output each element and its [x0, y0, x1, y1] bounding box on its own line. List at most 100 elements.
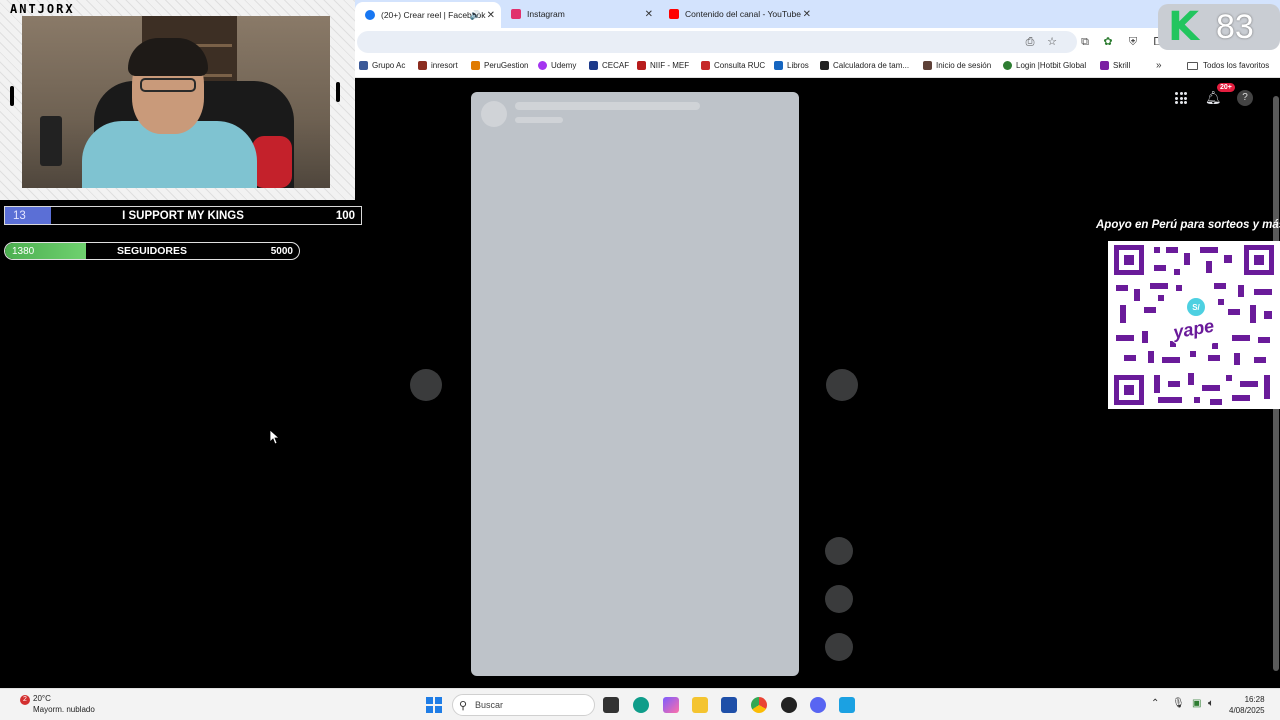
- qr-code-icon: S/ yape: [1114, 245, 1274, 405]
- bookmark-item[interactable]: Libros: [774, 61, 809, 70]
- comment-button[interactable]: [825, 585, 853, 613]
- extension-icon[interactable]: ✿: [1101, 35, 1115, 49]
- yape-qr-code: S/ yape: [1108, 241, 1280, 409]
- goal-bar-kings: 13 I SUPPORT MY KINGS 100: [4, 206, 362, 225]
- address-bar[interactable]: [357, 31, 1077, 53]
- app-tray-icon[interactable]: ▣: [1192, 698, 1201, 709]
- reel-preview-placeholder: [471, 92, 799, 676]
- bookmark-item[interactable]: Login |Hotbit Global: [1003, 61, 1086, 70]
- bookmarks-more-button[interactable]: »: [1156, 60, 1162, 71]
- screen: (20+) Crear reel | Facebook 🔊 ✕ Instagra…: [0, 0, 1280, 720]
- close-icon[interactable]: ✕: [487, 10, 495, 21]
- bell-icon[interactable]: 🔔︎: [1205, 91, 1222, 105]
- speaker-icon[interactable]: 🔊: [470, 10, 481, 21]
- weather-temperature: 20°C: [33, 694, 51, 703]
- youtube-icon: [669, 9, 679, 19]
- skeleton-line: [515, 117, 563, 123]
- tab-instagram[interactable]: Instagram ✕: [501, 3, 659, 25]
- tab-facebook[interactable]: (20+) Crear reel | Facebook 🔊 ✕: [355, 2, 501, 28]
- svg-text:S/: S/: [1192, 303, 1200, 312]
- close-icon[interactable]: ✕: [803, 9, 811, 20]
- browser-toolbar: ⎙ ☆ ⧉ ✿ ⛨ ⧠: [355, 28, 1280, 56]
- windows-start-icon[interactable]: [426, 697, 442, 713]
- chair-accent: [252, 136, 292, 188]
- channel-name: ANTJORX: [10, 2, 75, 16]
- bookmark-icon: [637, 61, 646, 70]
- bookmark-item[interactable]: Udemy: [538, 61, 576, 70]
- score-overlay: K 83: [1158, 4, 1280, 50]
- windows-taskbar: 2 20°C Mayorm. nublado ⚲ Buscar ⌃ 🎙︎ ▣ 🔈…: [0, 688, 1280, 720]
- microphone-icon[interactable]: 🎙︎: [1172, 698, 1185, 709]
- menu-grid-icon[interactable]: [1175, 92, 1187, 104]
- goal-label: I SUPPORT MY KINGS: [122, 209, 244, 222]
- bookmark-icon: [589, 61, 598, 70]
- bookmark-item[interactable]: Inicio de sesión: [923, 61, 991, 70]
- previous-button[interactable]: [410, 369, 442, 401]
- star-icon[interactable]: ☆: [1045, 35, 1059, 49]
- bookmark-icon: [1003, 61, 1012, 70]
- bookmark-item[interactable]: Grupo Ac: [359, 61, 405, 70]
- instagram-icon: [511, 9, 521, 19]
- tab-title: Contenido del canal - YouTube: [685, 9, 801, 19]
- all-bookmarks-button[interactable]: Todos los favoritos: [1187, 61, 1269, 70]
- app-icon[interactable]: [781, 697, 797, 713]
- goal-max: 100: [335, 209, 355, 222]
- share-button[interactable]: [825, 633, 853, 661]
- bookmark-item[interactable]: PeruGestion: [471, 61, 528, 70]
- volume-icon[interactable]: 🔈︎: [1208, 698, 1214, 709]
- webcam-overlay: ANTJORX: [0, 0, 355, 200]
- skeleton-line: [515, 102, 700, 110]
- frame-handle: [10, 86, 14, 106]
- bookmark-icon: [701, 61, 710, 70]
- copilot-icon[interactable]: [663, 697, 679, 713]
- frame-handle: [336, 82, 340, 102]
- bookmark-item[interactable]: NIIF - MEF: [637, 61, 689, 70]
- webcam-video: [22, 16, 330, 188]
- bookmark-icon: [418, 61, 427, 70]
- bookmark-icon: [774, 61, 783, 70]
- tab-youtube[interactable]: Contenido del canal - YouTube ✕: [659, 3, 817, 25]
- streamer-glasses: [140, 78, 196, 92]
- goal-label: SEGUIDORES: [117, 245, 188, 257]
- weather-description: Mayorm. nublado: [33, 705, 95, 714]
- phone-stand: [40, 116, 62, 166]
- discord-icon[interactable]: [810, 697, 826, 713]
- bookmark-item[interactable]: Calculadora de tam...: [820, 61, 909, 70]
- clock[interactable]: 16:28 4/08/2025: [1229, 694, 1265, 716]
- weather-badge: 2: [20, 695, 30, 705]
- file-explorer-icon[interactable]: [692, 697, 708, 713]
- task-view-icon[interactable]: [603, 697, 619, 713]
- score-letter: K: [1168, 4, 1199, 50]
- tab-title: Instagram: [527, 9, 565, 19]
- chevron-up-icon[interactable]: ⌃: [1151, 698, 1159, 709]
- bookmark-icon: [923, 61, 932, 70]
- goal-bar-followers: 1380 SEGUIDORES 5000: [4, 242, 300, 260]
- close-icon[interactable]: ✕: [645, 9, 653, 20]
- notepad-icon[interactable]: [839, 697, 855, 713]
- shield-icon[interactable]: ⛨: [1126, 35, 1140, 49]
- bookmark-icon: [538, 61, 547, 70]
- like-button[interactable]: [825, 537, 853, 565]
- streamer-hair: [128, 38, 208, 76]
- goal-current: 1380: [12, 245, 35, 257]
- store-icon[interactable]: [721, 697, 737, 713]
- skeleton-avatar: [481, 101, 507, 127]
- edge-icon[interactable]: [633, 697, 649, 713]
- bookmark-item[interactable]: Consulta RUC: [701, 61, 765, 70]
- extension-icon[interactable]: ⧉: [1078, 35, 1092, 49]
- bookmark-item[interactable]: CECAF: [589, 61, 629, 70]
- install-icon[interactable]: ⎙: [1023, 35, 1037, 49]
- next-button[interactable]: [826, 369, 858, 401]
- bookmarks-bar: Grupo Ac inresort PeruGestion Udemy CECA…: [355, 56, 1280, 78]
- chrome-icon[interactable]: [751, 697, 767, 713]
- bookmark-item[interactable]: Skrill: [1100, 61, 1130, 70]
- bookmark-item[interactable]: inresort: [418, 61, 458, 70]
- taskbar-search[interactable]: ⚲ Buscar: [452, 694, 595, 716]
- folder-icon: [1187, 61, 1198, 70]
- bookmark-icon: [1100, 61, 1109, 70]
- bookmark-icon: [359, 61, 368, 70]
- facebook-icon: [365, 10, 375, 20]
- search-icon: ⚲: [459, 700, 468, 712]
- profile-avatar[interactable]: ?: [1237, 90, 1253, 106]
- browser-tabstrip: (20+) Crear reel | Facebook 🔊 ✕ Instagra…: [355, 0, 1280, 28]
